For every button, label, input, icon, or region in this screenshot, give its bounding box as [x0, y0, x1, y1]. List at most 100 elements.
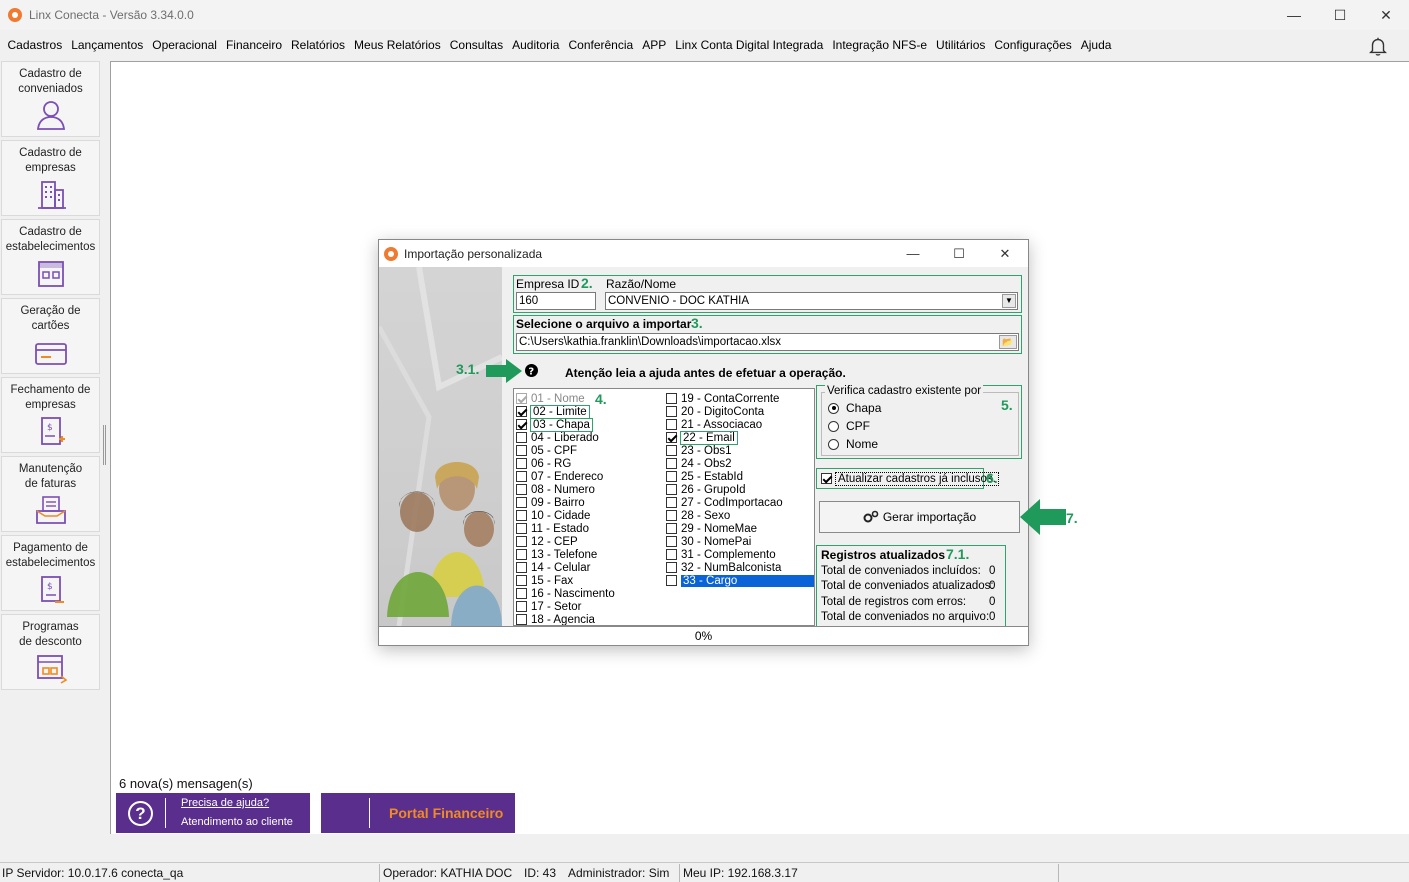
field-checkbox-row[interactable]: 32 - NumBalconista [666, 561, 781, 574]
checkbox[interactable] [666, 458, 677, 469]
checkbox[interactable] [516, 458, 527, 469]
checkbox[interactable] [516, 523, 527, 534]
menu-linx-conta-digital[interactable]: Linx Conta Digital Integrada [671, 38, 828, 52]
help-link[interactable]: Precisa de ajuda? [181, 797, 269, 809]
sidebar-pagamento-estabelecimentos[interactable]: Pagamento de estabelecimentos $ [1, 535, 100, 611]
razao-select[interactable]: CONVENIO - DOC KATHIA ▼ [605, 292, 1018, 310]
chevron-down-icon[interactable]: ▼ [1002, 294, 1016, 308]
checkbox[interactable] [666, 549, 677, 560]
checkbox[interactable] [666, 497, 677, 508]
field-checkbox-row[interactable]: 17 - Setor [516, 600, 582, 613]
dialog-minimize-button[interactable]: — [890, 240, 936, 267]
checkbox[interactable] [666, 445, 677, 456]
checkbox[interactable] [666, 471, 677, 482]
sidebar-programas-desconto[interactable]: Programas de desconto [1, 614, 100, 690]
menu-configuracoes[interactable]: Configurações [990, 38, 1076, 52]
field-checkbox-row[interactable]: 16 - Nascimento [516, 587, 615, 600]
field-checkbox-row[interactable]: 31 - Complemento [666, 548, 776, 561]
menu-cadastros[interactable]: Cadastros [3, 38, 67, 52]
generate-import-button[interactable]: Gerar importação [819, 501, 1020, 533]
checkbox[interactable] [516, 497, 527, 508]
checkbox[interactable] [516, 601, 527, 612]
field-checkbox-row[interactable]: 27 - CodImportacao [666, 496, 783, 509]
help-icon[interactable]: ? [525, 364, 538, 377]
field-checkbox-row[interactable]: 24 - Obs2 [666, 457, 732, 470]
field-checkbox-row[interactable]: 29 - NomeMae [666, 522, 757, 535]
checkbox[interactable] [666, 536, 677, 547]
sidebar-cadastro-conveniados[interactable]: Cadastro de conveniados [1, 61, 100, 137]
menu-utilitarios[interactable]: Utilitários [932, 38, 990, 52]
file-path-input[interactable]: C:\Users\kathia.franklin\Downloads\impor… [516, 333, 1019, 351]
dialog-close-button[interactable]: ✕ [982, 240, 1028, 267]
field-checkbox-row[interactable]: 11 - Estado [516, 522, 589, 535]
checkbox[interactable] [666, 393, 677, 404]
checkbox[interactable] [516, 419, 527, 430]
dialog-maximize-button[interactable]: ☐ [936, 240, 982, 267]
field-checkbox-row[interactable]: 30 - NomePai [666, 535, 751, 548]
field-checkbox-row[interactable]: 33 - Cargo [666, 574, 814, 587]
checkbox[interactable] [516, 406, 527, 417]
bell-icon[interactable] [1367, 35, 1389, 57]
menu-relatorios[interactable]: Relatórios [287, 38, 350, 52]
field-checkbox-row[interactable]: 02 - Limite [516, 404, 590, 419]
radio-button[interactable] [828, 438, 839, 450]
field-checkbox-row[interactable]: 23 - Obs1 [666, 444, 732, 457]
checkbox[interactable] [666, 432, 677, 443]
checkbox[interactable] [516, 562, 527, 573]
checkbox[interactable] [516, 471, 527, 482]
checkbox[interactable] [516, 445, 527, 456]
sidebar-splitter[interactable] [103, 425, 106, 465]
field-checkbox-row[interactable]: 26 - GrupoId [666, 483, 746, 496]
checkbox[interactable] [821, 473, 832, 484]
menu-ajuda[interactable]: Ajuda [1076, 38, 1116, 52]
field-checkbox-row[interactable]: 22 - Email [666, 430, 738, 445]
update-existing-checkbox[interactable]: Atualizar cadastros já inclusos. [821, 471, 999, 486]
menu-operacional[interactable]: Operacional [148, 38, 222, 52]
help-button[interactable]: ? Precisa de ajuda? Atendimento ao clien… [116, 793, 310, 833]
checkbox[interactable] [666, 419, 677, 430]
portal-financeiro-button[interactable]: Portal Financeiro [321, 793, 515, 833]
radio-cpf[interactable]: CPF [828, 419, 870, 433]
checkbox[interactable] [666, 406, 677, 417]
checkbox[interactable] [666, 484, 677, 495]
field-checkbox-row[interactable]: 14 - Celular [516, 561, 590, 574]
checkbox[interactable] [666, 562, 677, 573]
checkbox[interactable] [516, 484, 527, 495]
checkbox[interactable] [516, 393, 527, 404]
field-checkbox-row[interactable]: 04 - Liberado [516, 431, 599, 444]
sidebar-manutencao-faturas[interactable]: Manutenção de faturas [1, 456, 100, 532]
radio-button[interactable] [828, 402, 839, 414]
checkbox[interactable] [516, 575, 527, 586]
field-checkbox-row[interactable]: 20 - DigitoConta [666, 405, 764, 418]
checkbox[interactable] [516, 549, 527, 560]
field-checkbox-row[interactable]: 15 - Fax [516, 574, 573, 587]
menu-integracao-nfse[interactable]: Integração NFS-e [828, 38, 932, 52]
sidebar-cadastro-estabelecimentos[interactable]: Cadastro de estabelecimentos [1, 219, 100, 295]
checkbox[interactable] [516, 588, 527, 599]
close-button[interactable]: ✕ [1363, 0, 1409, 30]
checkbox[interactable] [516, 614, 527, 625]
field-checkbox-row[interactable]: 08 - Numero [516, 483, 595, 496]
field-checkbox-row[interactable]: 06 - RG [516, 457, 571, 470]
field-checkbox-row[interactable]: 25 - EstabId [666, 470, 743, 483]
messages-count[interactable]: 6 nova(s) mensagen(s) [119, 776, 253, 791]
maximize-button[interactable]: ☐ [1317, 0, 1363, 30]
menu-meus-relatorios[interactable]: Meus Relatórios [350, 38, 446, 52]
radio-nome[interactable]: Nome [828, 437, 878, 451]
field-checkbox-row[interactable]: 10 - Cidade [516, 509, 590, 522]
checkbox[interactable] [516, 536, 527, 547]
checkbox[interactable] [666, 575, 677, 586]
radio-chapa[interactable]: Chapa [828, 401, 881, 415]
field-checkbox-row[interactable]: 21 - Associacao [666, 418, 762, 431]
sidebar-geracao-cartoes[interactable]: Geração de cartões [1, 298, 100, 374]
field-checkbox-row[interactable]: 09 - Bairro [516, 496, 585, 509]
menu-consultas[interactable]: Consultas [445, 38, 507, 52]
checkbox[interactable] [516, 432, 527, 443]
checkbox[interactable] [666, 510, 677, 521]
fields-checklist[interactable]: 01 - Nome 02 - Limite 03 - Chapa 04 - Liber… [513, 388, 815, 626]
field-checkbox-row[interactable]: 18 - Agencia [516, 613, 595, 625]
menu-conferencia[interactable]: Conferência [564, 38, 638, 52]
field-checkbox-row[interactable]: 05 - CPF [516, 444, 577, 457]
checkbox[interactable] [516, 510, 527, 521]
menu-financeiro[interactable]: Financeiro [221, 38, 286, 52]
